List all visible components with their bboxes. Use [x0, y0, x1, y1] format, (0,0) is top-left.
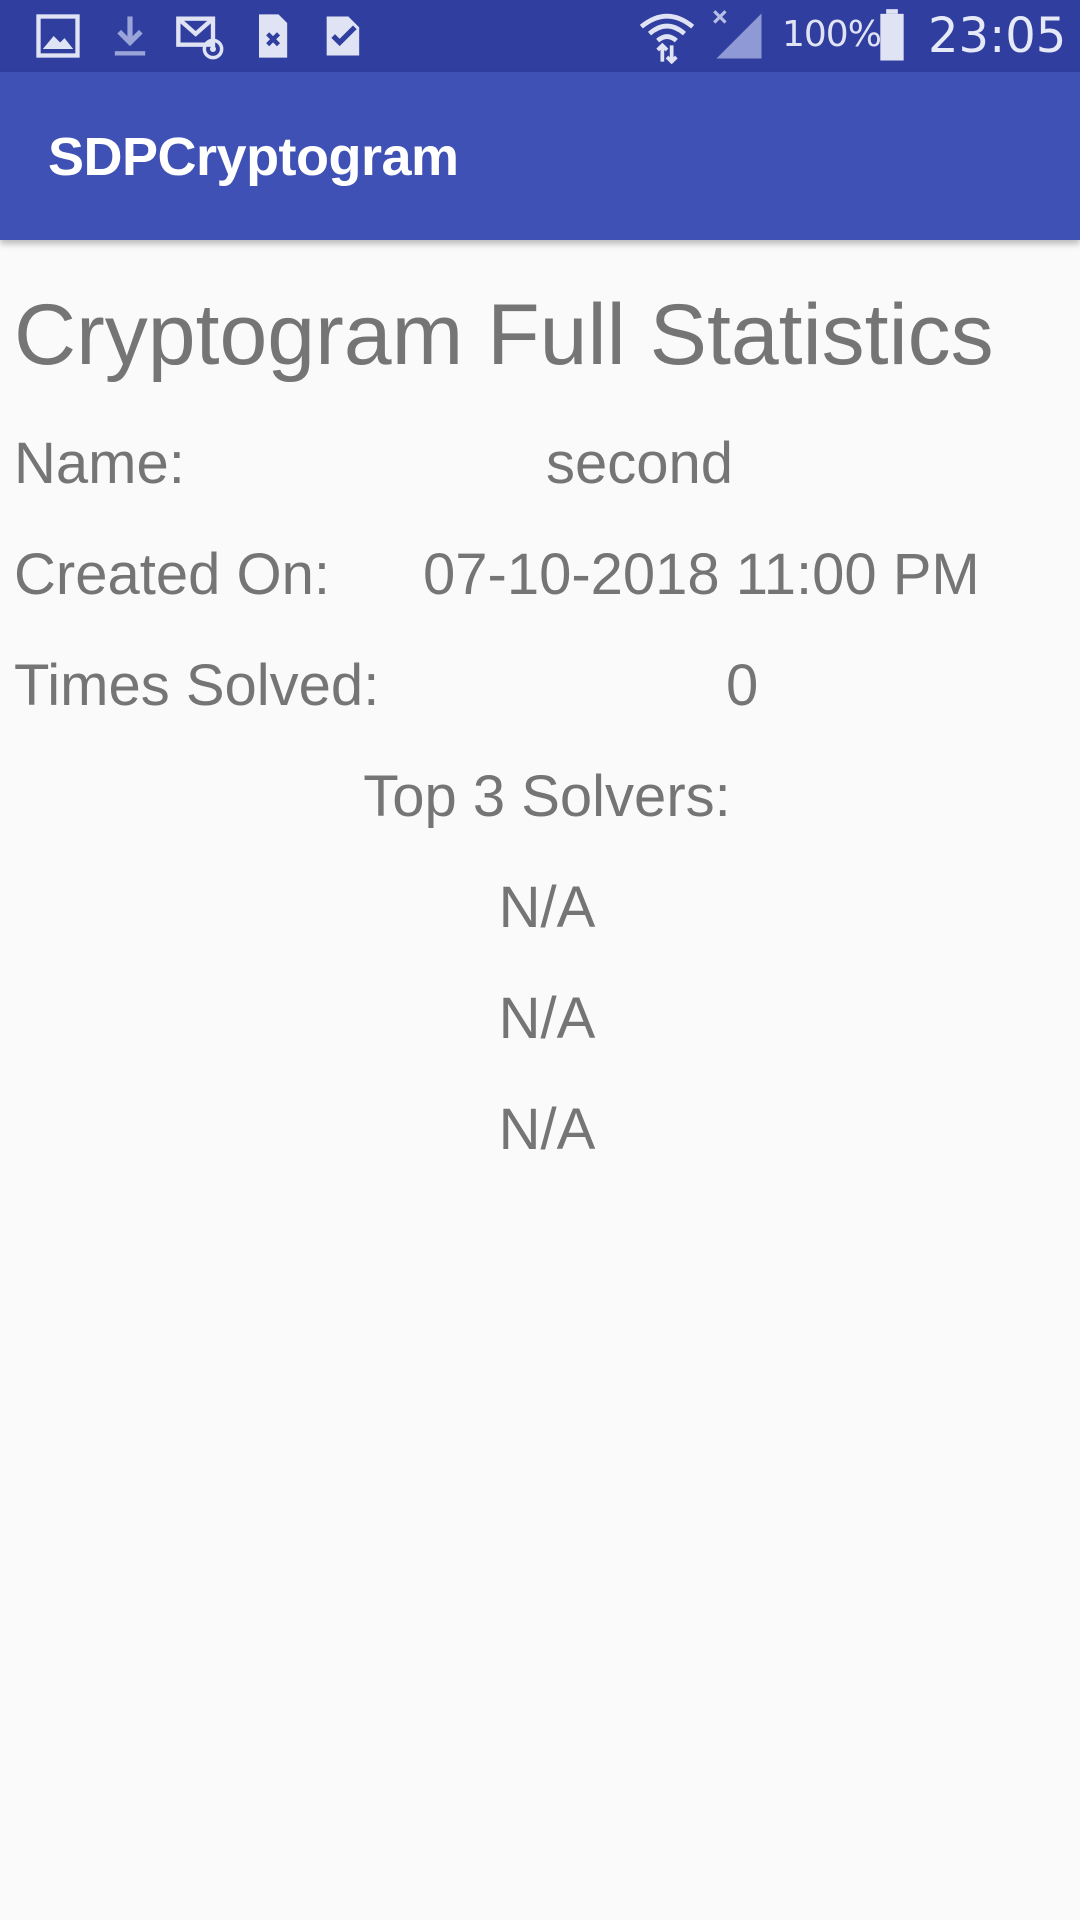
download-icon	[114, 16, 146, 56]
top-solver-3: N/A	[498, 1097, 596, 1162]
created-on-value: 07-10-2018 11:00 PM	[423, 542, 980, 607]
created-on-label: Created On:	[14, 542, 330, 607]
top-solver-1: N/A	[498, 875, 596, 940]
battery-percent: 100%	[782, 14, 882, 55]
wifi-icon	[639, 13, 695, 64]
name-value: second	[546, 431, 734, 496]
signal-icon	[713, 10, 762, 59]
name-label: Name:	[14, 431, 185, 496]
email-icon	[176, 16, 224, 60]
checklist-icon	[326, 16, 360, 56]
times-solved-label: Times Solved:	[14, 653, 380, 718]
app-bar: SDPCryptogram	[0, 72, 1080, 240]
page-title: Cryptogram Full Statistics	[14, 287, 994, 383]
app-title: SDPCryptogram	[48, 127, 459, 187]
clock: 23:05	[928, 8, 1067, 64]
statistics-content: Cryptogram Full Statistics Name: second …	[0, 240, 1080, 1920]
battery-icon	[880, 9, 904, 61]
status-bar: 100% 23:05	[0, 0, 1080, 72]
top-solver-2: N/A	[498, 986, 596, 1051]
sim-card-icon	[259, 14, 288, 58]
times-solved-value: 0	[726, 653, 759, 718]
gallery-icon	[36, 14, 80, 58]
top-solvers-label: Top 3 Solvers:	[363, 764, 731, 829]
